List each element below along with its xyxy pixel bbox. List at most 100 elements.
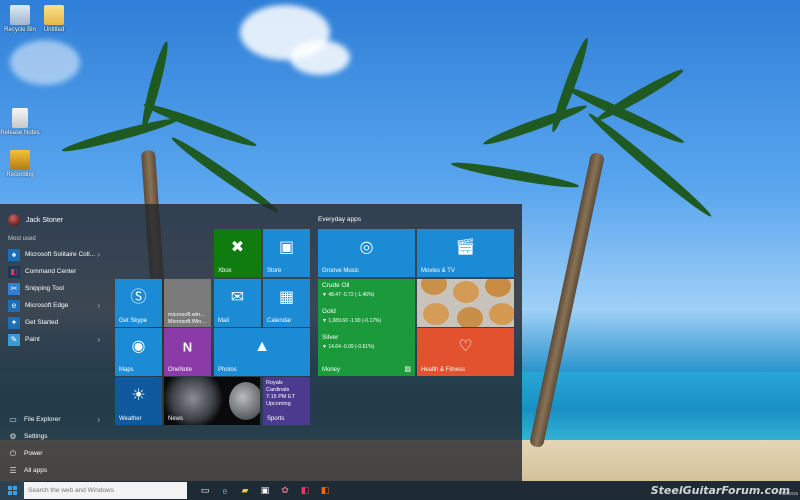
recycle-bin-icon [10,5,30,25]
tile-label: Movies & TV [421,268,455,274]
mail-icon: ✉ [230,289,245,307]
tile-label: Microsoft.Win... [168,319,206,325]
cloud [10,40,80,85]
tile-label: OneNote [168,367,193,373]
start-button[interactable] [0,481,24,500]
tile-microsoft-win[interactable]: microsoft.win... Microsoft.Win... [164,279,211,327]
app-icon[interactable]: ◧ [315,481,335,500]
user-name: Jack Stoner [26,216,63,224]
tile-groove-music[interactable]: ◎ Groove Music [318,229,415,277]
store-bag-icon: ▣ [278,239,295,257]
most-used-list: ♠ Microsoft Solitaire Coll... › ◧ Comman… [0,246,108,348]
most-used-item-paint[interactable]: ✎ Paint › [0,331,108,348]
app-icon[interactable]: ✿ [275,481,295,500]
desktop-icon-recording[interactable]: Recording [0,150,40,178]
sports-line: Royals [266,380,283,386]
tile-health-fitness[interactable]: ♡ Health & Fitness [417,328,514,376]
tile-label: News [168,416,184,422]
tile-label: Sports [267,416,285,422]
chevron-right-icon[interactable]: › [97,415,100,424]
folder-icon: ▭ [9,415,17,424]
tile-calendar[interactable]: ▦ Calendar [263,279,310,327]
power-icon: ⏻ [9,448,17,458]
search-input[interactable] [24,482,187,499]
power-button[interactable]: ⏻ Power [0,445,108,462]
command-center-icon[interactable]: ◧ [295,481,315,500]
gear-icon: ⚙ [9,432,17,441]
tile-label: Xbox [218,268,232,274]
chevron-right-icon[interactable]: › [97,301,100,310]
tile-label: Weather [119,416,142,422]
tile-weather[interactable]: ☀ Weather [115,377,162,425]
tile-onenote[interactable]: N OneNote [164,328,211,376]
store-icon[interactable]: ▣ [255,481,275,500]
money-item-detail: ▼ 14.64 -0.09 (-0.61%) [322,344,375,350]
desktop-icon-label: Recording [6,172,34,178]
most-used-item-command-center[interactable]: ◧ Command Center [0,263,108,280]
sports-line: Cardinals [266,387,290,393]
chevron-right-icon[interactable]: › [97,335,100,344]
most-used-item-edge[interactable]: e Microsoft Edge › [0,297,108,314]
document-icon [12,108,28,128]
avatar [8,214,20,226]
list-icon: ☰ [9,466,17,475]
all-apps-button[interactable]: ☰ All apps [0,462,108,479]
money-chart-icon: ▨ [404,366,411,373]
desktop-icon-label: Release Notes [0,130,40,136]
desktop-icon-untitled[interactable]: Untitled [34,5,74,33]
most-used-item-get-started[interactable]: ✦ Get Started [0,314,108,331]
most-used-heading: Most used [8,236,36,242]
heart-pulse-icon: ♡ [458,338,473,356]
desktop-icon-release-notes[interactable]: Release Notes [0,108,40,136]
tile-sports[interactable]: Royals Cardinals 7:15 PM ET Upcoming Spo… [263,377,310,425]
task-view-icon[interactable]: ▭ [195,481,215,500]
groove-music-icon: ◎ [359,239,374,257]
tile-label: Store [267,268,282,274]
sun-icon: ☀ [131,387,146,405]
maps-icon: ◉ [131,338,146,356]
calendar-icon: ▦ [278,289,295,307]
cloud [290,40,350,75]
windows-logo-icon [7,486,17,495]
money-item-name: Crude Oil [322,282,350,289]
onenote-icon: N [182,339,193,355]
list-item-label: Microsoft Solitaire Coll... [25,251,96,258]
user-account[interactable]: Jack Stoner [8,214,63,226]
tile-label: Groove Music [322,268,360,274]
tile-news[interactable]: News [164,377,260,425]
tile-store[interactable]: ▣ Store [263,229,310,277]
most-used-item-solitaire[interactable]: ♠ Microsoft Solitaire Coll... › [0,246,108,263]
file-explorer-icon[interactable]: ▰ [235,481,255,500]
most-used-item-snipping-tool[interactable]: ✂ Snipping Tool [0,280,108,297]
list-item-label: Paint [25,336,40,343]
watermark: SteelGuitarForum.com [650,484,790,497]
tile-money[interactable]: Crude Oil ▼ 48.47 -0.72 (-1.46%) Gold ▼ … [318,279,415,376]
cookie-image [489,303,514,325]
list-item-label: Settings [24,433,48,440]
settings-button[interactable]: ⚙ Settings [0,428,108,445]
tile-movies-tv[interactable]: 🎬︎ Movies & TV [417,229,514,277]
folder-icon [44,5,64,25]
lightbulb-icon: ✦ [8,316,20,329]
money-item-detail: ▼ 48.47 -0.72 (-1.46%) [322,292,375,298]
tile-xbox[interactable]: ✖ Xbox [214,229,261,277]
tile-maps[interactable]: ◉ Maps [115,328,162,376]
tile-mail[interactable]: ✉ Mail [214,279,261,327]
start-menu: Jack Stoner Most used ♠ Microsoft Solita… [0,204,522,481]
list-item-label: Microsoft Edge [25,302,69,309]
xbox-icon: ✖ [230,239,245,257]
desktop-icon-label: Recycle Bin [4,27,36,33]
desktop-icon-label: Untitled [43,27,65,33]
palm-frond [60,114,180,156]
list-item-label: Get Started [25,319,59,326]
clapperboard-icon: 🎬︎ [455,239,476,257]
edge-icon[interactable]: e [215,481,235,500]
tile-health-image[interactable] [417,279,514,327]
money-item-name: Gold [322,308,336,315]
tile-skype[interactable]: Ⓢ Get Skype [115,279,162,327]
sports-line: 7:15 PM ET [266,394,296,400]
file-explorer-button[interactable]: ▭ File Explorer › [0,411,108,428]
chevron-right-icon[interactable]: › [97,250,100,259]
tile-photos[interactable]: ▲ Photos [214,328,310,376]
money-item-detail: ▼ 1,089.60 -1.90 (-0.17%) [322,318,382,324]
